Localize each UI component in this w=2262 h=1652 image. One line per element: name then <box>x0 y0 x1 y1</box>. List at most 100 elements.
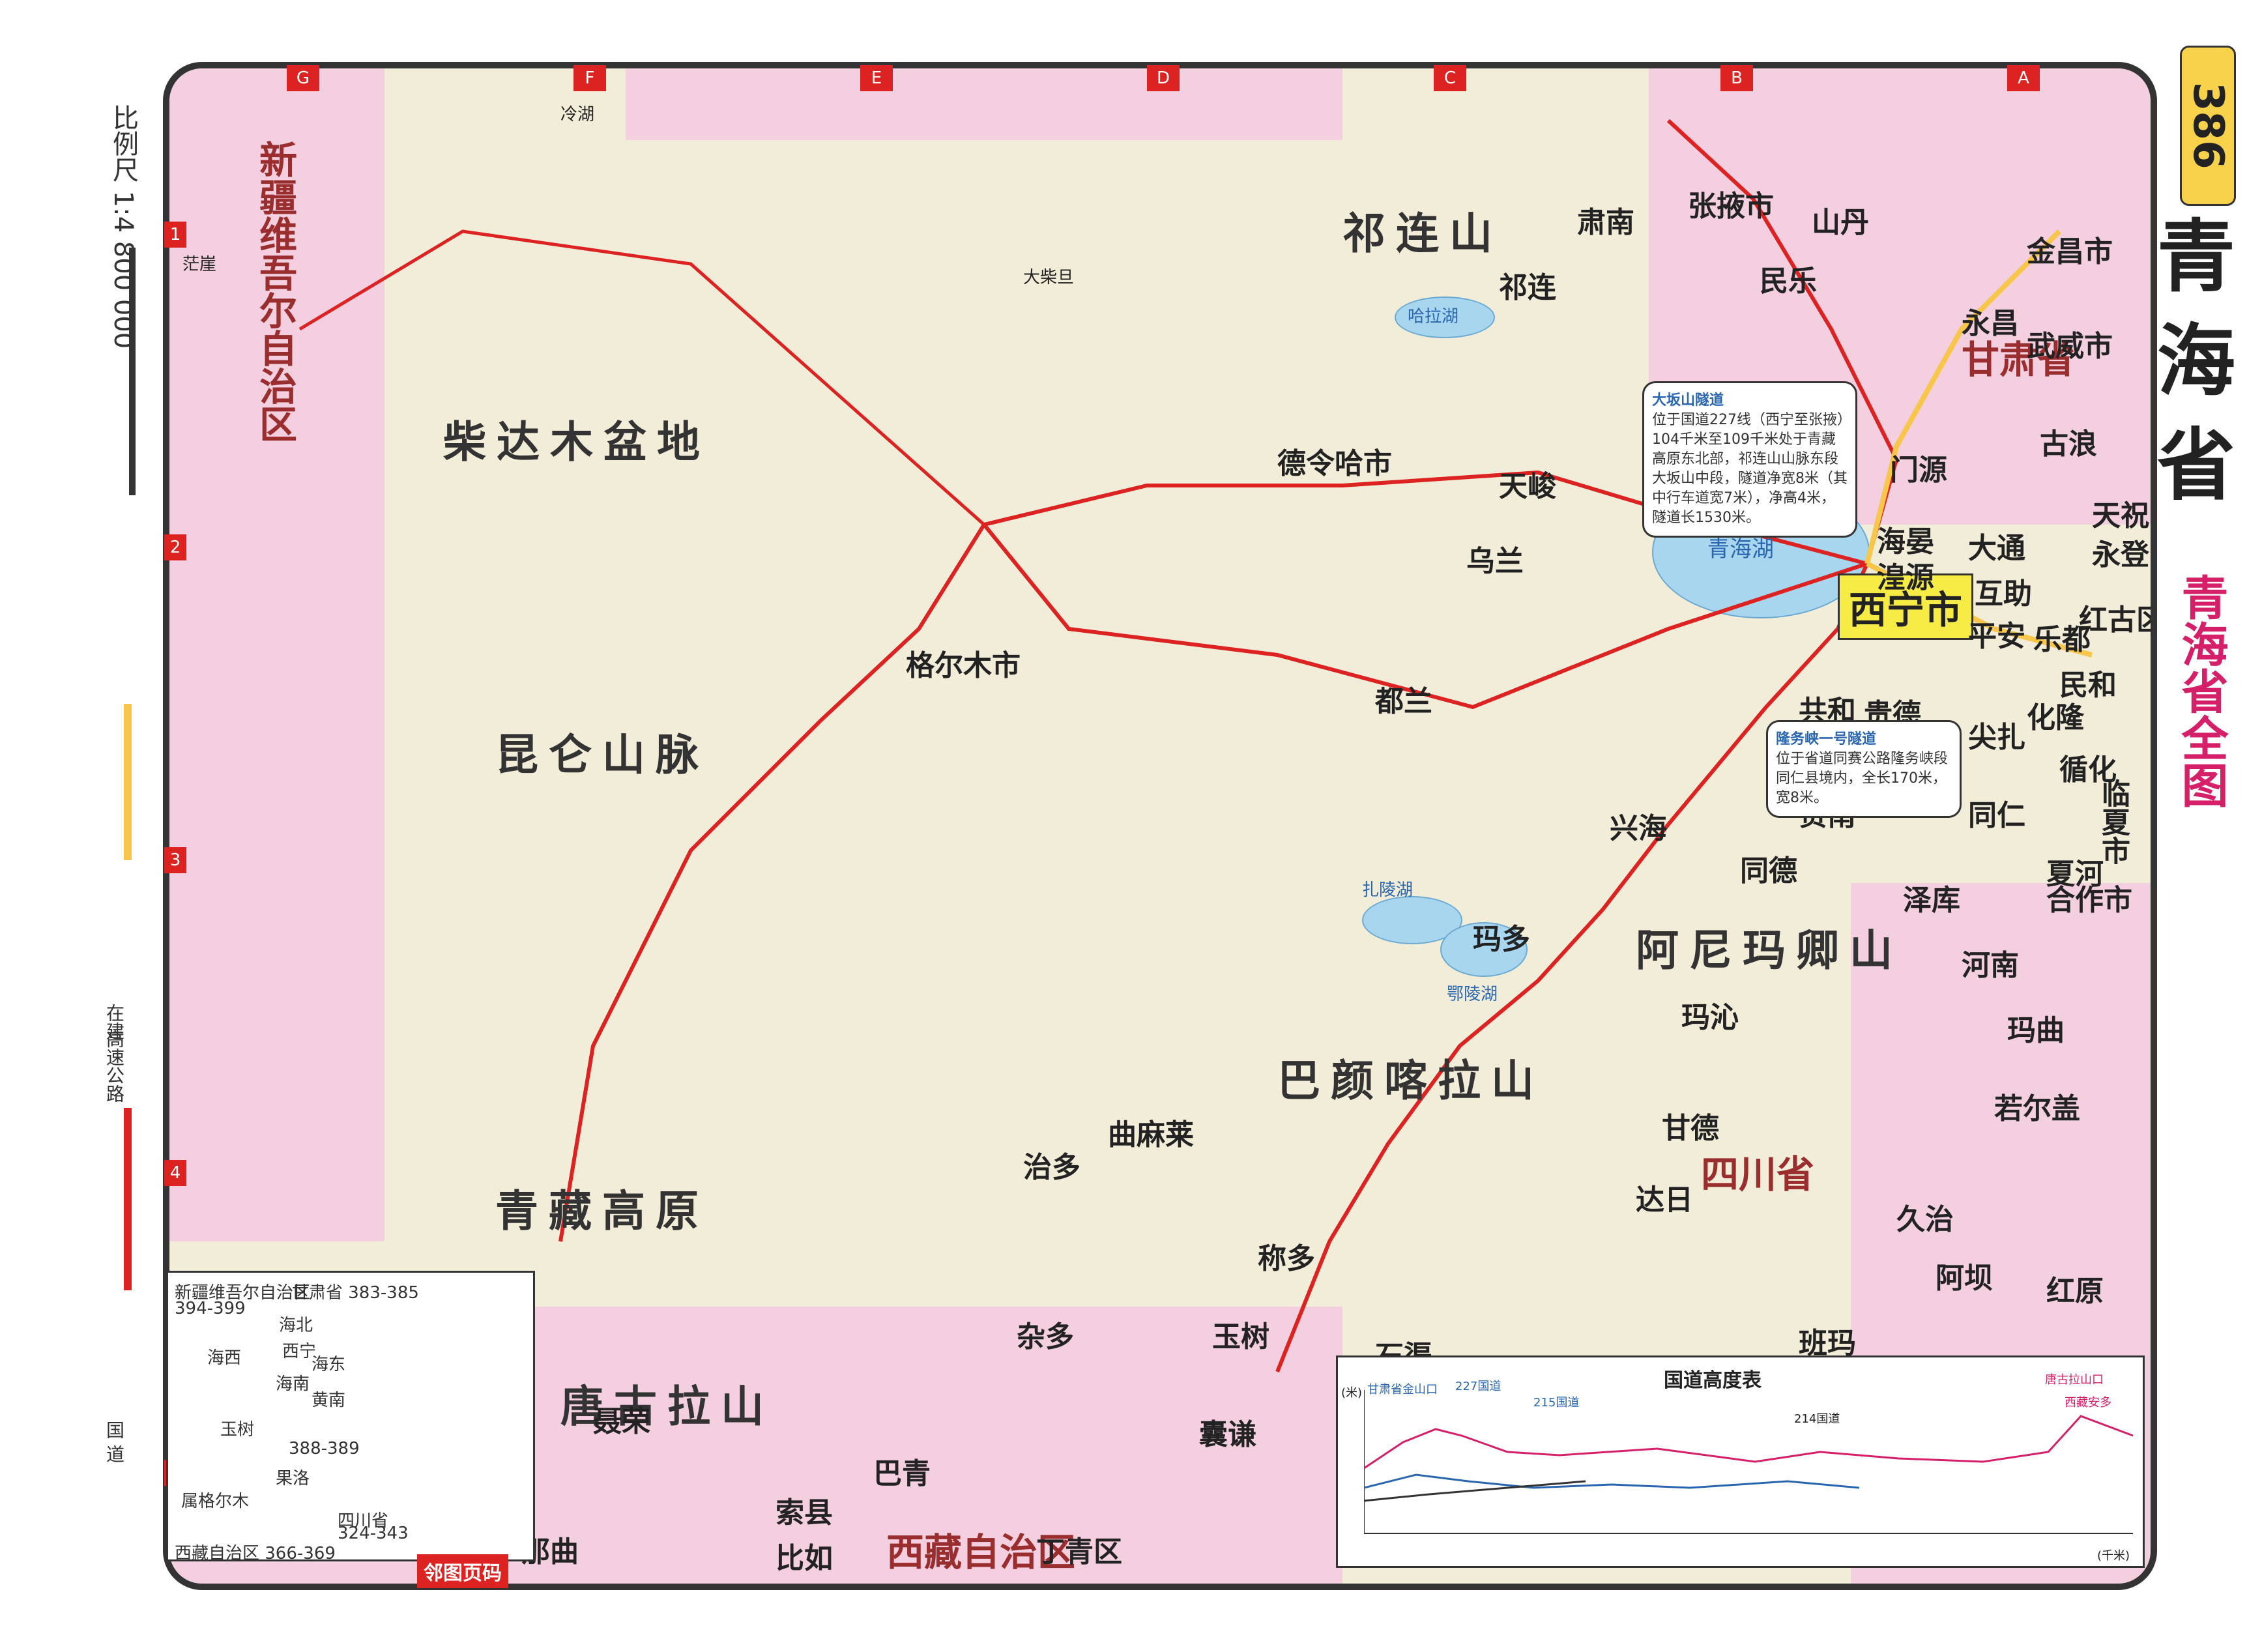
town-zaduo: 杂多 <box>1017 1320 1074 1354</box>
city-jinchang: 金昌市 <box>2027 235 2113 268</box>
inset-sichuan-pages: 324-343 <box>338 1524 409 1543</box>
elev-title: 国道高度表 <box>1664 1369 1762 1392</box>
town-qilian: 祁连 <box>1499 271 1556 304</box>
town-huangyuan: 湟源 <box>1877 561 1934 594</box>
town-linxia: 临夏市 <box>2096 779 2130 865</box>
label-qaidam: 柴达木盆地 <box>443 417 710 467</box>
town-yushu: 玉树 <box>1212 1320 1269 1354</box>
town-yongchang: 永昌 <box>1962 307 2019 340</box>
note-daban-text: 位于国道227线（西宁至张掖）104千米至109千米处于青藏高原东北部，祁连山山… <box>1652 412 1848 526</box>
note-longwu-title: 隆务峡一号隧道 <box>1776 731 1877 747</box>
elev-plot <box>1364 1390 2133 1534</box>
scale-label: 比例尺 1:4 800 000 <box>108 104 138 349</box>
town-pingan: 平安 <box>1968 620 2025 653</box>
town-hezuo: 合作市 <box>2046 884 2132 917</box>
town-minle: 民乐 <box>1760 265 1817 298</box>
label-amne-machin: 阿尼玛卿山 <box>1636 925 1903 976</box>
page-number: 386 <box>2180 46 2236 206</box>
scale-bar <box>129 248 136 495</box>
town-zhiduo: 治多 <box>1023 1151 1080 1184</box>
elev-unit-y: (米) <box>1341 1386 1363 1400</box>
town-yongdeng: 永登 <box>2092 538 2149 572</box>
inset-xizang: 西藏自治区 366-369 <box>175 1544 336 1563</box>
map-page: 比例尺 1:4 800 000 在建 高速公路 国 道 新疆维吾尔自治区 柴达木… <box>0 0 2262 1652</box>
grid-letter-c: C <box>1434 65 1466 91</box>
label-zaling: 扎陵湖 <box>1362 880 1414 900</box>
inset-guoluo: 果洛 <box>276 1469 310 1488</box>
grid-num-3: 3 <box>164 847 186 873</box>
label-xinjiang: 新疆维吾尔自治区 <box>253 140 297 442</box>
town-lenghu: 冷湖 <box>560 105 595 124</box>
elev-label-0: 甘肃省金山口 <box>1367 1383 1438 1397</box>
note-longwu-tunnel: 隆务峡一号隧道 位于省道同赛公路隆务峡段同仁县境内，全长170米，宽8米。 <box>1766 720 1962 818</box>
town-huzhu: 互助 <box>1975 577 2032 611</box>
town-henan: 河南 <box>1962 949 2019 982</box>
elev-label-14: 唐古拉山口 <box>2045 1373 2104 1387</box>
inset-hainan: 海南 <box>276 1374 310 1394</box>
city-wuwei: 武威市 <box>2027 330 2113 363</box>
inset-xinjiang-pages: 394-399 <box>175 1299 246 1318</box>
grid-num-1: 1 <box>164 222 186 248</box>
elev-label-1: 227国道 <box>1455 1380 1501 1393</box>
province-title: 青海省 <box>2143 215 2234 528</box>
town-tongde: 同德 <box>1740 854 1797 888</box>
label-kunlun: 昆仑山脉 <box>495 730 709 780</box>
town-dachaidan: 大柴旦 <box>1023 268 1075 287</box>
town-maqin: 玛沁 <box>1681 1001 1739 1034</box>
town-nierong: 聂荣 <box>593 1405 650 1438</box>
town-zeku: 泽库 <box>1903 884 1960 917</box>
legend-highway-line <box>124 704 132 860</box>
town-chengduo: 称多 <box>1258 1242 1315 1275</box>
inset-haixi-2: 属格尔木 <box>181 1492 250 1511</box>
town-xinghai: 兴海 <box>1610 812 1667 845</box>
grid-letter-b: B <box>1720 65 1753 91</box>
inset-huangnan: 黄南 <box>312 1391 346 1410</box>
town-maduo: 玛多 <box>1473 923 1530 956</box>
town-qumalai: 曲麻莱 <box>1108 1118 1194 1152</box>
grid-letter-d: D <box>1147 65 1180 91</box>
grid-letter-f: F <box>573 65 606 91</box>
label-sichuan: 四川省 <box>1701 1152 1815 1196</box>
town-dulan: 都兰 <box>1375 685 1432 718</box>
city-geermu: 格尔木市 <box>906 649 1021 682</box>
inset-footer-label: 邻图页码 <box>417 1554 508 1588</box>
town-jianzha: 尖扎 <box>1968 721 2025 754</box>
legend-national-line <box>124 1108 132 1290</box>
legend-highway: 高速公路 <box>104 1030 125 1103</box>
label-plateau: 青藏高原 <box>495 1186 709 1236</box>
town-suoxian: 索县 <box>776 1496 833 1529</box>
town-wulan: 乌兰 <box>1466 545 1524 578</box>
town-gande: 甘德 <box>1662 1112 1719 1145</box>
town-mangya: 茫崖 <box>182 255 217 274</box>
town-gulang: 古浪 <box>2040 427 2097 461</box>
elev-unit-x: (千米) <box>2097 1549 2130 1563</box>
town-maqu: 玛曲 <box>2007 1014 2065 1047</box>
label-hala: 哈拉湖 <box>1408 307 1459 326</box>
town-tongren: 同仁 <box>1968 799 2025 832</box>
inset-haidong: 海东 <box>312 1355 346 1374</box>
town-menyuan: 门源 <box>1890 454 1947 487</box>
city-zhangye: 张掖市 <box>1688 190 1774 223</box>
town-ruoergai: 若尔盖 <box>1994 1092 2080 1125</box>
town-nangqian: 囊谦 <box>1199 1418 1256 1451</box>
town-honggu: 红古区 <box>2079 603 2157 637</box>
note-longwu-text: 位于省道同赛公路隆务峡段同仁县境内，全长170米，宽8米。 <box>1776 751 1949 806</box>
grid-num-2: 2 <box>164 534 186 560</box>
city-delingha: 德令哈市 <box>1277 447 1392 480</box>
town-aba: 阿坝 <box>1936 1262 1993 1295</box>
inset-haixi: 海西 <box>207 1348 242 1368</box>
note-daban-tunnel: 大坂山隧道 位于国道227线（西宁至张掖）104千米至109千米处于青藏高原东北… <box>1642 381 1857 538</box>
town-hongyuan: 红原 <box>2046 1275 2104 1308</box>
town-dingqing: 丁青区 <box>1036 1535 1122 1569</box>
legend-national: 国 道 <box>104 1421 125 1463</box>
town-hualong: 化隆 <box>2027 701 2084 734</box>
grid-letter-a: A <box>2007 65 2040 91</box>
elevation-chart: 国道高度表 (米) (千米) 甘肃省金山口 227国道 215国道 214国道 … <box>1336 1355 2145 1568</box>
town-baqing: 巴青 <box>873 1457 931 1490</box>
town-sunan: 肃南 <box>1577 206 1634 239</box>
note-daban-title: 大坂山隧道 <box>1652 392 1724 409</box>
elev-label-5: 215国道 <box>1533 1396 1580 1410</box>
inset-range: 388-389 <box>289 1439 360 1458</box>
map-title: 青海省全图 <box>2173 573 2228 808</box>
town-tianjun: 天峻 <box>1499 470 1556 503</box>
